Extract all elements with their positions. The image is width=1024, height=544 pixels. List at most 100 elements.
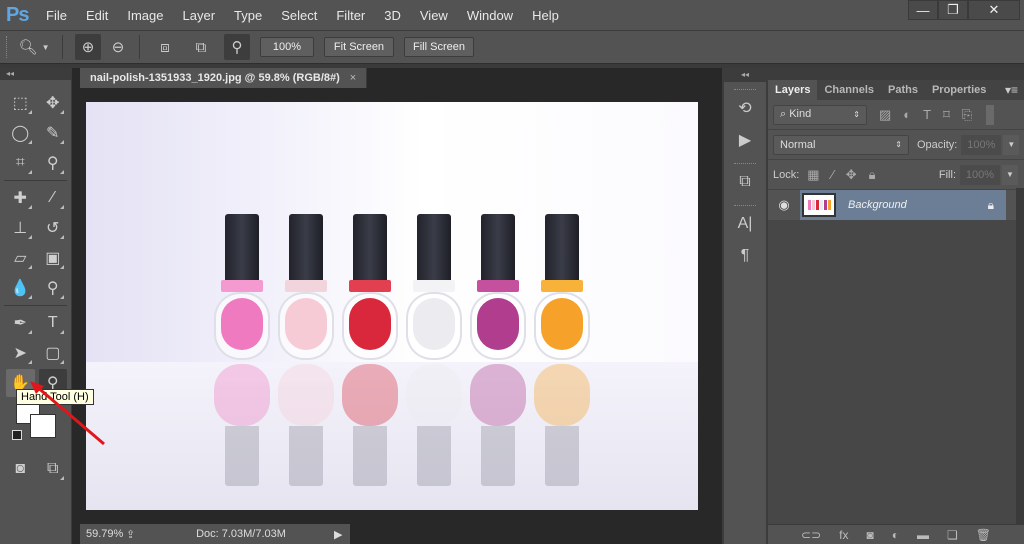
share-icon[interactable]: ⇪ <box>126 528 148 541</box>
screen-mode-button[interactable]: ⧉ <box>39 455 68 483</box>
dock-grip[interactable] <box>734 82 756 90</box>
dock-grip[interactable] <box>734 156 756 164</box>
tab-paths[interactable]: Paths <box>881 80 925 100</box>
menu-filter[interactable]: Filter <box>336 8 365 23</box>
dock-collapse[interactable]: ◂◂ <box>722 68 768 82</box>
history-brush-icon: ↺ <box>46 220 60 237</box>
actions-play-icon[interactable]: ▶ <box>724 124 766 156</box>
gradient-tool[interactable]: ▣ <box>39 244 68 272</box>
adjustment-filter-icon[interactable]: ◐ <box>903 107 911 122</box>
move-tool[interactable]: ✥ <box>39 89 68 117</box>
opacity-dropdown[interactable]: ▼ <box>1003 134 1020 155</box>
eraser-tool[interactable]: ▱ <box>6 244 35 272</box>
close-button[interactable]: ✕ <box>968 0 1020 20</box>
restore-button[interactable]: ❐ <box>938 0 968 20</box>
shape-tool[interactable]: ▢ <box>39 339 68 367</box>
tab-channels[interactable]: Channels <box>817 80 881 100</box>
lock-image-icon[interactable]: ⁄ <box>832 167 834 182</box>
kind-filter-select[interactable]: ⌕ Kind ⇕ <box>773 104 867 125</box>
zoom-in-button[interactable]: ⊕ <box>75 34 101 60</box>
lock-all-icon[interactable]: 🔒︎ <box>869 167 876 183</box>
fill-screen-button[interactable]: Fill Screen <box>404 37 474 57</box>
path-select-tool[interactable]: ➤ <box>6 339 35 367</box>
default-colors-icon[interactable] <box>12 430 22 440</box>
visibility-eye-icon[interactable]: ◉ <box>768 197 800 213</box>
menu-view[interactable]: View <box>420 8 448 23</box>
history-brush-tool[interactable]: ↺ <box>39 214 68 242</box>
resize-windows-button[interactable]: ⧈ <box>152 34 178 60</box>
shape-filter-icon[interactable]: ⌑ <box>943 107 950 123</box>
tool-preset-picker[interactable]: 🔍︎ ▼ <box>14 34 54 60</box>
zoom-all-windows-button[interactable]: ⧉ <box>188 34 214 60</box>
menu-file[interactable]: File <box>46 8 67 23</box>
menu-3d[interactable]: 3D <box>384 8 401 23</box>
dock-grip[interactable] <box>734 198 756 206</box>
type-filter-icon[interactable]: T <box>923 107 931 122</box>
clone-source-icon[interactable]: ⧉ <box>724 166 766 198</box>
eyedropper-tool[interactable]: ⚲ <box>39 149 68 177</box>
actual-size-button[interactable]: 100% <box>260 37 314 57</box>
type-tool[interactable]: T <box>39 309 68 337</box>
menu-image[interactable]: Image <box>127 8 163 23</box>
brush-tool[interactable]: ⁄ <box>39 184 68 212</box>
zoom-level[interactable]: 59.79% <box>80 528 126 540</box>
thumb-bottle <box>827 200 831 210</box>
crop-tool[interactable]: ⌗ <box>6 149 35 177</box>
lasso-tool[interactable]: ◯ <box>6 119 35 147</box>
layer-row[interactable]: ◉ Background 🔒︎ <box>768 190 1024 220</box>
minimize-button[interactable]: — <box>908 0 938 20</box>
zoom-out-button[interactable]: ⊖ <box>105 34 131 60</box>
pen-tool[interactable]: ✒ <box>6 309 35 337</box>
lock-position-icon[interactable]: ✥ <box>846 167 857 183</box>
toolbox-collapse[interactable]: ◂◂ <box>0 68 71 80</box>
trash-icon[interactable]: 🗑 <box>976 528 991 542</box>
opacity-input[interactable]: 100% <box>961 134 1002 155</box>
blend-mode-select[interactable]: Normal ⇕ <box>773 134 909 155</box>
options-bar-grip[interactable] <box>6 36 10 58</box>
filter-toggle[interactable] <box>986 104 995 125</box>
menu-edit[interactable]: Edit <box>86 8 108 23</box>
quick-select-tool[interactable]: ✎ <box>39 119 68 147</box>
adjustment-icon[interactable]: ◐ <box>892 528 899 542</box>
status-menu-arrow[interactable]: ▶ <box>334 528 350 541</box>
menu-select[interactable]: Select <box>281 8 317 23</box>
fill-dropdown[interactable]: ▼ <box>1002 164 1018 185</box>
clone-stamp-tool[interactable]: ⊥ <box>6 214 35 242</box>
polish-liquid <box>477 298 519 350</box>
character-icon[interactable]: A| <box>724 208 766 240</box>
layer-item-background[interactable]: Background 🔒︎ <box>800 190 1006 220</box>
smart-object-filter-icon[interactable]: ⎘ <box>962 107 972 123</box>
close-tab-icon[interactable]: × <box>350 72 356 84</box>
tab-layers[interactable]: Layers <box>768 80 818 100</box>
fx-icon[interactable]: fx <box>839 528 848 542</box>
menu-layer[interactable]: Layer <box>183 8 216 23</box>
link-layers-icon[interactable]: ⊂⊃ <box>801 528 821 542</box>
panel-menu-icon[interactable]: ▾≡ <box>1005 80 1024 100</box>
menu-help[interactable]: Help <box>532 8 559 23</box>
fit-screen-button[interactable]: Fit Screen <box>324 37 394 57</box>
resize-windows-icon: ⧈ <box>160 38 170 56</box>
healing-brush-tool[interactable]: ✚ <box>6 184 35 212</box>
document-tab[interactable]: nail-polish-1351933_1920.jpg @ 59.8% (RG… <box>80 68 368 88</box>
blur-tool[interactable]: 💧 <box>6 274 35 302</box>
paragraph-icon[interactable]: ¶ <box>724 240 766 272</box>
menu-window[interactable]: Window <box>467 8 513 23</box>
canvas[interactable] <box>86 102 698 510</box>
mask-icon[interactable]: ◙ <box>866 528 873 542</box>
tab-properties[interactable]: Properties <box>925 80 993 100</box>
new-layer-icon[interactable]: ❏ <box>947 528 958 542</box>
thumb-bottle <box>807 200 811 210</box>
dodge-tool[interactable]: ⚲ <box>39 274 68 302</box>
history-icon[interactable]: ⟲ <box>724 92 766 124</box>
fill-input[interactable]: 100% <box>960 164 1000 185</box>
reflection-cap <box>225 426 259 486</box>
scrubby-zoom-button[interactable]: ⚲ <box>224 34 250 60</box>
quick-mask-button[interactable]: ◙ <box>6 455 35 483</box>
pen-icon: ✒ <box>13 315 27 332</box>
lock-transparent-icon[interactable]: ▦ <box>807 167 819 183</box>
menu-type[interactable]: Type <box>234 8 262 23</box>
pixel-filter-icon[interactable]: ▨ <box>879 107 891 123</box>
scrollbar[interactable] <box>1016 188 1024 524</box>
rect-marquee-tool[interactable]: ⬚ <box>6 89 35 117</box>
group-icon[interactable]: ▬ <box>917 528 929 542</box>
